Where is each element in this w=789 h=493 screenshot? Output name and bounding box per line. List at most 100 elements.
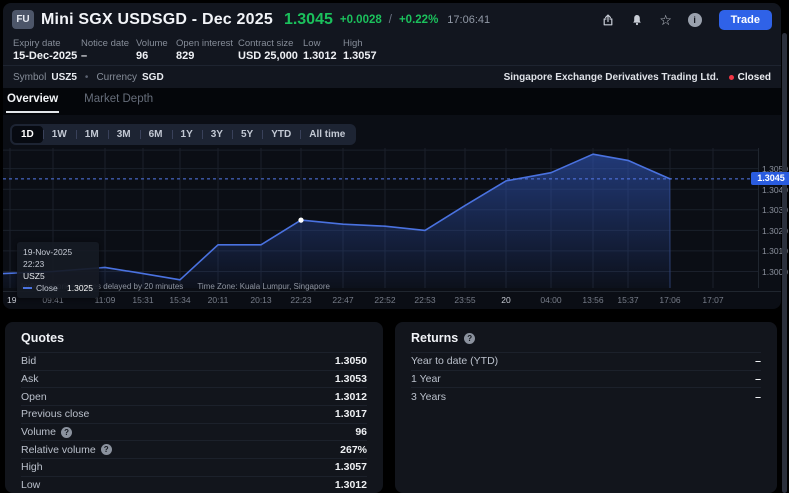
time-axis-label: 04:00	[540, 295, 562, 305]
tab-market-depth[interactable]: Market Depth	[83, 88, 154, 111]
app-window: FU Mini SGX USDSGD - Dec 2025 1.3045 +0.…	[0, 0, 789, 493]
range-1y[interactable]: 1Y	[171, 126, 202, 143]
help-icon[interactable]: ?	[100, 444, 112, 456]
quote-value: 1.3012	[334, 479, 367, 492]
trade-button[interactable]: Trade	[718, 9, 772, 30]
star-icon[interactable]: ☆	[655, 9, 677, 31]
quote-row-bid: Bid 1.3050	[21, 352, 367, 370]
help-icon[interactable]: ?	[464, 332, 476, 344]
time-axis-label: 15:34	[169, 295, 191, 305]
time-axis-label: 19	[7, 295, 17, 305]
quote-row-open: Open 1.3012	[21, 387, 367, 405]
quote-label: Ask	[21, 373, 39, 385]
time-axis-label: 20:13	[250, 295, 272, 305]
time-axis-label: 23:55	[454, 295, 476, 305]
range-ytd[interactable]: YTD	[262, 126, 300, 143]
quote-value: 267%	[340, 443, 367, 456]
time-axis-label: 22:23	[290, 295, 312, 305]
scrollbar-thumb[interactable]	[782, 33, 787, 493]
bell-icon[interactable]	[626, 9, 648, 31]
stat-notice-date: Notice date –	[81, 38, 136, 65]
quote-label-text: Ask	[21, 373, 39, 386]
quote-row-low: Low 1.3012	[21, 475, 367, 493]
tab-overview[interactable]: Overview	[6, 88, 60, 113]
return-row-3-years: 3 Years –	[411, 387, 761, 405]
exchange-name: Singapore Exchange Derivatives Trading L…	[503, 71, 719, 83]
stat-volume: Volume 96	[136, 38, 176, 65]
market-status-dot-icon	[728, 74, 734, 80]
futures-badge-icon: FU	[12, 10, 34, 29]
range-3m[interactable]: 3M	[107, 126, 140, 143]
quotes-rows: Bid 1.3050 Ask 1.3053 Open 1.3012 Previous clo…	[21, 352, 367, 493]
range-all-time[interactable]: All time	[300, 126, 354, 143]
quote-label: High	[21, 461, 43, 473]
tooltip-close-label: Close	[36, 283, 58, 293]
quote-row-ask: Ask 1.3053	[21, 369, 367, 388]
return-value: –	[755, 355, 761, 368]
price-change: +0.0028	[339, 13, 382, 26]
stat-high: High 1.3057	[343, 38, 377, 65]
symbol-value: USZ5	[51, 71, 77, 83]
currency-value: SGD	[142, 71, 164, 83]
return-row-year-to-date-ytd: Year to date (YTD) –	[411, 352, 761, 370]
quote-label: Low	[21, 479, 40, 491]
return-value: –	[755, 390, 761, 403]
range-1d[interactable]: 1D	[12, 126, 43, 143]
symbol-label: Symbol	[13, 71, 47, 83]
tooltip-date: 19-Nov-2025 22:23	[23, 247, 73, 269]
range-6m[interactable]: 6M	[139, 126, 172, 143]
time-axis-label: 20:11	[207, 295, 229, 305]
returns-card: Returns ? Year to date (YTD) –1 Year –3 Ye…	[395, 322, 777, 493]
stat-label: Volume	[136, 38, 168, 49]
quote-label-text: Relative volume	[21, 443, 96, 456]
chart-tooltip: 19-Nov-2025 22:23 USZ5 Close 1.3025	[17, 242, 99, 298]
range-5y[interactable]: 5Y	[231, 126, 262, 143]
chart-canvas[interactable]	[2, 148, 758, 288]
time-axis-label: 15:37	[617, 295, 639, 305]
quote-time: 17:06:41	[447, 13, 491, 26]
share-icon[interactable]	[597, 9, 619, 31]
range-1m[interactable]: 1M	[75, 126, 108, 143]
stat-expiry-date: Expiry date 15-Dec-2025	[13, 38, 81, 65]
quote-value: 96	[355, 426, 367, 439]
time-axis[interactable]: 19 09:41 11:09 15:31 15:34 20:11 20:13 22:23 22:…	[3, 291, 781, 305]
help-icon[interactable]: ?	[61, 426, 73, 438]
quote-label-text: High	[21, 461, 43, 474]
return-label: Year to date (YTD)	[411, 355, 498, 367]
time-axis-label: 17:06	[659, 295, 681, 305]
tooltip-close-value: 1.3025	[67, 283, 93, 293]
info-icon[interactable]: i	[684, 9, 706, 31]
return-label-text: 3 Years	[411, 390, 447, 403]
tooltip-symbol: USZ5	[23, 271, 45, 281]
market-status: Closed	[737, 71, 771, 83]
title-row: FU Mini SGX USDSGD - Dec 2025 1.3045 +0.…	[3, 3, 781, 36]
contract-stats-row: Expiry date 15-Dec-2025 Notice date – Volume…	[3, 36, 781, 65]
time-axis-label: 13:56	[582, 295, 604, 305]
quote-label-text: Open	[21, 390, 47, 403]
range-1w[interactable]: 1W	[42, 126, 76, 143]
return-label-text: 1 Year	[411, 373, 441, 386]
currency-label: Currency	[96, 71, 138, 83]
range-3y[interactable]: 3Y	[201, 126, 232, 143]
quote-value: 1.3057	[334, 461, 367, 474]
time-axis-label: 15:31	[132, 295, 154, 305]
price-axis[interactable]: 1.3000 1.3010 1.3020 1.3030 1.3040 1.3050	[758, 148, 788, 288]
quote-row-previous-close: Previous close 1.3017	[21, 405, 367, 423]
price-chart[interactable]	[2, 148, 758, 288]
stat-label: High	[343, 38, 363, 49]
current-price-badge: 1.3045	[751, 172, 789, 186]
separator-dot: •	[84, 71, 89, 83]
stat-value: 1.3012	[303, 50, 337, 62]
stat-value: –	[81, 50, 88, 62]
quote-value: 1.3053	[334, 373, 367, 386]
stat-open-interest: Open interest 829	[176, 38, 238, 65]
stat-label: Low	[303, 38, 321, 49]
quotes-card: Quotes Bid 1.3050 Ask 1.3053 Open 1.3012 Previ…	[5, 322, 383, 493]
stat-low: Low 1.3012	[303, 38, 343, 65]
quote-row-relative-volume: Relative volume? 267%	[21, 440, 367, 458]
instrument-header: FU Mini SGX USDSGD - Dec 2025 1.3045 +0.…	[3, 3, 781, 88]
stat-label: Notice date	[81, 38, 130, 49]
chart-section: 1D 1W 1M 3M 6M 1Y 3Y 5Y YTD All time 1.3000 1.3010…	[2, 115, 789, 309]
last-price: 1.3045	[283, 10, 333, 28]
quote-label: Bid	[21, 355, 36, 367]
